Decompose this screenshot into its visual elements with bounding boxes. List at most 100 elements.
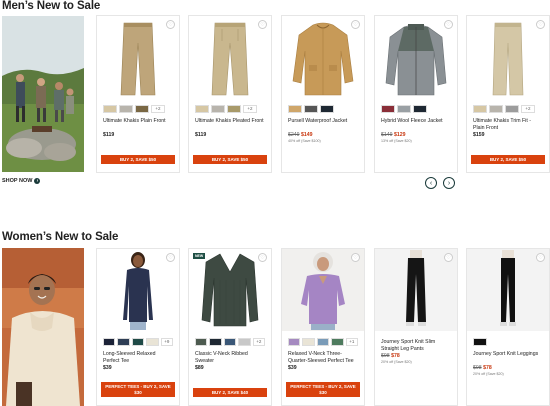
women-hero-image[interactable] xyxy=(2,248,84,406)
product-card[interactable]: ♡ +1 Relaxed V-Neck Three-Quarter-Sleeve… xyxy=(281,248,365,406)
promo-banner[interactable]: PERFECT TEES - BUY 2, SAVE $30 xyxy=(101,382,175,397)
product-name[interactable]: Hybrid Wool Fleece Jacket xyxy=(375,118,457,131)
promo-banner[interactable]: BUY 2, SAVE $50 xyxy=(101,155,175,164)
color-swatch[interactable] xyxy=(223,337,237,346)
heart-icon[interactable]: ♡ xyxy=(351,253,360,262)
product-name[interactable]: Ultimate Khakis Trim Fit - Plain Front xyxy=(467,118,549,131)
product-image[interactable]: ♡ xyxy=(97,16,179,102)
product-name[interactable]: Relaxed V-Neck Three-Quarter-Sleeved Per… xyxy=(282,351,364,364)
product-image[interactable]: ♡ xyxy=(282,16,364,102)
product-price: $119 xyxy=(195,132,207,138)
color-swatch[interactable] xyxy=(131,337,145,346)
product-image[interactable]: ♡ xyxy=(467,249,549,331)
color-swatch[interactable] xyxy=(227,104,241,113)
more-colors[interactable]: +9 xyxy=(160,337,174,346)
original-price: $98 xyxy=(381,353,390,359)
color-swatch[interactable] xyxy=(473,104,487,113)
color-swatch[interactable] xyxy=(381,104,395,113)
heart-icon[interactable]: ♡ xyxy=(166,253,175,262)
savings-text: 13% off (Save $20) xyxy=(381,139,412,143)
heart-icon[interactable]: ♡ xyxy=(351,20,360,29)
color-swatch[interactable] xyxy=(195,104,209,113)
promo-banner[interactable]: BUY 2, SAVE $50 xyxy=(471,155,545,164)
color-swatch[interactable] xyxy=(119,104,133,113)
heart-icon[interactable]: ♡ xyxy=(166,20,175,29)
color-swatch[interactable] xyxy=(320,104,334,113)
heart-icon[interactable]: ♡ xyxy=(258,20,267,29)
color-swatch[interactable] xyxy=(505,104,519,113)
product-card[interactable]: ♡ Journey Sport Knit Leggings $98 $78 20… xyxy=(466,248,550,406)
product-card[interactable]: ♡ +2 Ultimate Khakis Plain Front $119 BU… xyxy=(96,15,180,173)
promo-banner[interactable]: BUY 2, SAVE $40 xyxy=(193,388,267,397)
product-image[interactable]: ♡ xyxy=(97,249,179,331)
product-card[interactable]: ♡ +9 Long-Sleeved Relaxed Perfect Tee $3… xyxy=(96,248,180,406)
color-swatch[interactable] xyxy=(211,104,225,113)
color-swatch[interactable] xyxy=(117,337,130,346)
color-swatch[interactable] xyxy=(397,104,411,113)
color-swatch[interactable] xyxy=(304,104,318,113)
product-image[interactable]: ♡ xyxy=(375,16,457,102)
more-colors[interactable]: +2 xyxy=(252,337,266,346)
more-colors[interactable]: +2 xyxy=(521,104,535,113)
shop-now-link[interactable]: SHOP NOW › xyxy=(2,178,41,184)
carousel-prev-button[interactable]: ‹ xyxy=(425,177,437,189)
product-image[interactable]: ♡ xyxy=(189,16,271,102)
color-swatch[interactable] xyxy=(413,104,427,113)
product-name[interactable]: Journey Sport Knit Leggings xyxy=(467,351,549,364)
color-swatch[interactable] xyxy=(146,337,159,346)
more-colors[interactable]: +2 xyxy=(151,104,165,113)
color-swatch[interactable] xyxy=(209,337,222,346)
color-swatch[interactable] xyxy=(103,104,117,113)
heart-icon[interactable]: ♡ xyxy=(258,253,267,262)
savings-text: 20% off (Save $20) xyxy=(473,372,504,376)
color-swatch[interactable] xyxy=(473,337,487,346)
color-swatch[interactable] xyxy=(489,104,503,113)
savings-text: 20% off (Save $20) xyxy=(381,360,412,364)
promo-banner[interactable]: PERFECT TEES - BUY 2, SAVE $30 xyxy=(286,382,360,397)
color-swatch[interactable] xyxy=(288,104,302,113)
product-name[interactable]: Classic V-Neck Ribbed Sweater xyxy=(189,351,271,364)
heart-icon[interactable]: ♡ xyxy=(536,20,545,29)
product-card[interactable]: NEW ♡ +2 Classic V-Neck Ribbed Sweater $… xyxy=(188,248,272,406)
product-card[interactable]: ♡ Hybrid Wool Fleece Jacket $149 $129 13… xyxy=(374,15,458,173)
color-swatch[interactable] xyxy=(288,337,301,346)
product-card[interactable]: ♡ +2 Ultimate Khakis Trim Fit - Plain Fr… xyxy=(466,15,550,173)
product-price: $149 $129 xyxy=(375,132,457,138)
product-image[interactable]: NEW ♡ xyxy=(189,249,271,331)
carousel-next-button[interactable]: › xyxy=(443,177,455,189)
product-name[interactable]: Pursell Waterproof Jacket xyxy=(282,118,364,131)
color-swatches xyxy=(282,104,364,113)
product-card[interactable]: ♡ Journey Sport Knit Slim Straight Leg P… xyxy=(374,248,458,406)
color-swatch[interactable] xyxy=(316,337,330,346)
product-card[interactable]: ♡ +2 Ultimate Khakis Pleated Front $119 … xyxy=(188,15,272,173)
sale-price: $129 xyxy=(394,132,406,138)
heart-icon[interactable]: ♡ xyxy=(536,253,545,262)
color-swatch[interactable] xyxy=(103,337,116,346)
product-image[interactable]: ♡ xyxy=(467,16,549,102)
color-swatch[interactable] xyxy=(302,337,315,346)
chevron-left-icon: ‹ xyxy=(429,179,433,187)
shop-now-label: SHOP NOW xyxy=(2,178,33,184)
color-swatches: +1 xyxy=(282,337,364,346)
product-card[interactable]: ♡ Pursell Waterproof Jacket $249 $149 40… xyxy=(281,15,365,173)
product-price: $39 xyxy=(103,365,112,371)
more-colors[interactable]: +1 xyxy=(345,337,359,346)
product-image[interactable]: ♡ xyxy=(282,249,364,331)
heart-icon[interactable]: ♡ xyxy=(444,20,453,29)
men-hero-image[interactable] xyxy=(2,16,84,172)
product-name[interactable]: Journey Sport Knit Slim Straight Leg Pan… xyxy=(375,339,457,352)
promo-banner[interactable]: BUY 2, SAVE $50 xyxy=(193,155,267,164)
product-name[interactable]: Ultimate Khakis Plain Front xyxy=(97,118,179,131)
heart-icon[interactable]: ♡ xyxy=(444,253,453,262)
women-section: Women’s New to Sale ♡ +9 Long-Sleeved Re… xyxy=(0,229,550,406)
original-price: $249 xyxy=(288,132,300,138)
color-swatch[interactable] xyxy=(195,337,208,346)
color-swatch[interactable] xyxy=(331,337,344,346)
product-image[interactable]: ♡ xyxy=(375,249,457,331)
color-swatch[interactable] xyxy=(135,104,149,113)
sale-price: $149 xyxy=(301,132,313,138)
color-swatch[interactable] xyxy=(238,337,251,346)
product-name[interactable]: Long-Sleeved Relaxed Perfect Tee xyxy=(97,351,179,364)
more-colors[interactable]: +2 xyxy=(243,104,257,113)
product-name[interactable]: Ultimate Khakis Pleated Front xyxy=(189,118,271,131)
